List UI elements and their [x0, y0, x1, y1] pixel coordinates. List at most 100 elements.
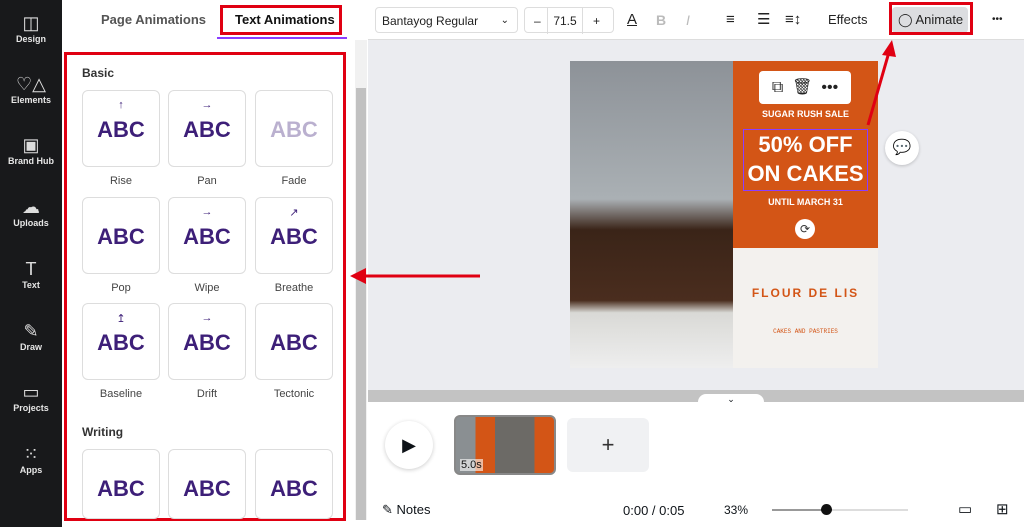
text-icon: T — [25, 259, 37, 279]
active-tab-underline — [217, 37, 347, 39]
font-select[interactable]: Bantayog Regular ⌄ — [375, 7, 518, 33]
arrow-icon: ↗ — [289, 207, 299, 219]
sidebar-item-text[interactable]: T Text — [0, 258, 62, 290]
animation-preview: ABC — [183, 117, 231, 142]
playback-time: 0:00 / 0:05 — [623, 503, 685, 518]
panel-scrollbar[interactable] — [355, 40, 367, 520]
animation-label: Pan — [197, 175, 217, 187]
animation-baseline[interactable]: ↥ ABC — [82, 303, 160, 380]
decrease-size-button[interactable]: – — [534, 8, 541, 34]
trash-icon[interactable]: 🗑 — [792, 79, 812, 96]
font-size-input[interactable]: 71.5 — [547, 8, 583, 34]
tagline-bottom: UNTIL MARCH 31 — [768, 197, 843, 207]
animation-writing-3[interactable]: ABC — [255, 449, 333, 519]
folder-icon: ▭ — [22, 382, 40, 402]
sidebar-item-label: Design — [15, 34, 46, 44]
animation-pan[interactable]: → ABC — [168, 90, 246, 167]
section-title-writing: Writing — [82, 425, 124, 439]
sidebar-item-projects[interactable]: ▭ Projects — [0, 381, 62, 413]
red-arrowhead — [882, 40, 896, 57]
italic-button[interactable]: I — [686, 7, 690, 33]
brand-icon: ▣ — [22, 135, 40, 155]
animation-tectonic[interactable]: ABC — [255, 303, 333, 380]
font-name: Bantayog Regular — [382, 14, 479, 28]
timeline: ▶ 5.0s + ✎ Notes 0:00 / 0:05 33% ▭ ⊞ — [368, 402, 1024, 527]
notes-icon: ✎ — [382, 502, 393, 517]
animation-label: Tectonic — [273, 388, 315, 400]
more-icon[interactable]: ••• — [821, 79, 838, 96]
tab-page-animations[interactable]: Page Animations — [101, 12, 206, 27]
animation-label: Drift — [196, 388, 218, 400]
animation-preview: ABC — [97, 224, 145, 249]
align-center-icon[interactable]: ≡ — [726, 7, 735, 33]
sidebar-item-label: Text — [22, 280, 40, 290]
design-page[interactable]: SUGAR RUSH SALE 50% OFF ON CAKES UNTIL MA… — [570, 61, 878, 368]
animation-label: Baseline — [99, 388, 143, 400]
sidebar-item-draw[interactable]: ✎ Draw — [0, 320, 62, 352]
animation-preview: ABC — [97, 476, 145, 501]
increase-size-button[interactable]: + — [593, 8, 600, 34]
animation-preview: ABC — [97, 117, 145, 142]
animation-label: Breathe — [274, 282, 314, 294]
zoom-level: 33% — [724, 503, 749, 517]
sidebar-item-apps[interactable]: ⁙ Apps — [0, 443, 62, 475]
sidebar-item-uploads[interactable]: ☁ Uploads — [0, 196, 62, 228]
sidebar-item-brand-hub[interactable]: ▣ Brand Hub — [0, 134, 62, 166]
animation-writing-1[interactable]: ABC — [82, 449, 160, 519]
play-button[interactable]: ▶ — [385, 421, 433, 469]
cake-photo — [570, 61, 733, 368]
animation-writing-2[interactable]: ABC — [168, 449, 246, 519]
headline-textbox[interactable]: 50% OFF ON CAKES — [743, 129, 868, 191]
brand-subtitle: CAKES AND PASTRIES — [773, 328, 838, 335]
grid-icon: ⁙ — [23, 444, 39, 464]
add-page-button[interactable]: + — [567, 418, 649, 472]
notes-button[interactable]: ✎ Notes — [382, 502, 431, 518]
animation-wipe[interactable]: → ABC — [168, 197, 246, 274]
arrow-icon: ↥ — [116, 313, 126, 325]
pen-icon: ✎ — [23, 321, 39, 341]
highlight-box — [220, 5, 342, 35]
grid-view-icon[interactable]: ⊞ — [996, 500, 1009, 518]
highlight-box — [889, 2, 973, 35]
animation-preview: ABC — [97, 330, 145, 355]
layout-icon: ◫ — [22, 13, 40, 33]
tagline-top: SUGAR RUSH SALE — [761, 109, 849, 119]
duration-badge: 5.0s — [460, 459, 483, 471]
bold-button[interactable]: B — [656, 7, 666, 33]
animation-drift[interactable]: → ABC — [168, 303, 246, 380]
sidebar-item-label: Elements — [10, 95, 52, 105]
effects-button[interactable]: Effects — [828, 7, 868, 33]
left-sidebar: ◫ Design ♡△ Elements ▣ Brand Hub ☁ Uploads T Text… — [0, 0, 62, 527]
text-color-button[interactable]: A — [627, 7, 637, 33]
animation-preview: ABC — [183, 476, 231, 501]
thumbnail-view-icon[interactable]: ▭ — [958, 500, 972, 518]
animation-pop[interactable]: ABC — [82, 197, 160, 274]
animation-preview: ABC — [183, 330, 231, 355]
sidebar-item-elements[interactable]: ♡△ Elements — [0, 73, 62, 105]
animation-preview: ABC — [183, 224, 231, 249]
animation-breathe[interactable]: ↗ ABC — [255, 197, 333, 274]
sidebar-item-label: Brand Hub — [8, 156, 54, 166]
notes-label: Notes — [396, 502, 431, 517]
more-options-button[interactable]: ••• — [992, 7, 1003, 33]
list-icon[interactable]: ☰ — [757, 7, 770, 33]
page-thumbnail[interactable]: 5.0s — [454, 415, 556, 475]
font-size-stepper: – 71.5 + — [524, 7, 614, 34]
rotate-handle-icon[interactable]: ⟳ — [795, 219, 815, 239]
sidebar-item-label: Apps — [19, 465, 43, 475]
zoom-slider[interactable] — [772, 504, 908, 515]
cloud-upload-icon: ☁ — [22, 197, 40, 217]
animation-rise[interactable]: ↑ ABC — [82, 90, 160, 167]
animation-fade[interactable]: ABC — [255, 90, 333, 167]
horizontal-scrollbar[interactable] — [368, 390, 1024, 402]
arrow-icon: → — [201, 99, 213, 111]
animation-preview: ABC — [270, 476, 318, 501]
animation-label: Rise — [109, 175, 132, 187]
sidebar-item-label: Draw — [19, 342, 42, 352]
spacing-icon[interactable]: ≡↕ — [785, 7, 801, 33]
duplicate-icon[interactable]: ⧉ — [772, 79, 783, 96]
sidebar-item-design[interactable]: ◫ Design — [0, 12, 62, 44]
add-comment-icon[interactable]: 💬 — [885, 131, 919, 165]
chevron-down-icon: ⌄ — [500, 15, 509, 26]
animation-preview: ABC — [270, 224, 318, 249]
